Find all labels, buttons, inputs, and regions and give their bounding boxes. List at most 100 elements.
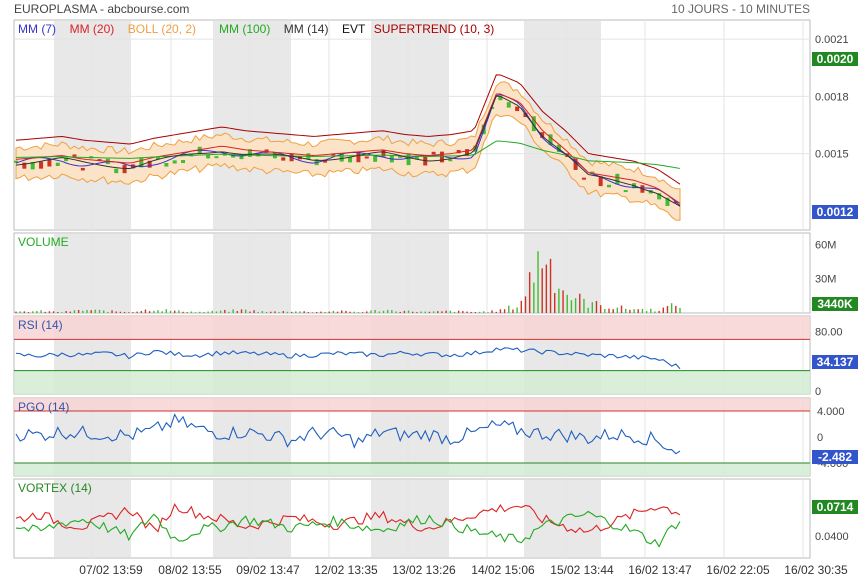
volume-bar [236,311,239,313]
volume-bar [52,311,55,313]
volume-bar [44,311,46,313]
volume-bar [27,312,30,313]
volume-bar [73,310,76,313]
volume-bar [395,311,397,313]
volume-bar [290,311,293,313]
panel-0 [13,19,811,231]
volume-bar [616,307,619,313]
day-band [213,234,291,312]
volume-bar [257,311,259,313]
volume-bar [608,308,610,313]
volume-bar [211,310,213,313]
volume-bar [349,311,351,313]
volume-bar [399,311,401,313]
candle [356,151,361,163]
volume-bar [186,312,188,313]
volume-bar [232,309,234,313]
day-band [371,480,449,557]
price-tick-label: 0.0021 [815,34,849,46]
volume-bar [370,310,372,313]
volume-bar [391,310,393,313]
legend-item-5: EVT [342,22,366,36]
volume-bar [357,312,360,313]
candle [448,159,453,162]
volume-bar [102,310,105,313]
volume-bar [595,300,598,313]
rsi-tick-label: 0 [815,386,821,398]
volume-bar [36,310,38,313]
rsi-overbought-zone [14,316,810,340]
volume-bar [487,312,489,313]
volume-bar [178,310,180,313]
volume-tick-label: 30M [815,274,836,286]
volume-bar [307,312,310,313]
candle [122,164,127,174]
volume-bar [424,311,426,313]
x-axis-date-label: 07/02 13:59 [79,563,143,577]
volume-bar [420,311,422,313]
volume-bar [203,312,205,313]
volume-bar [249,311,251,313]
volume-bar [341,310,343,313]
volume-bar [320,311,322,313]
volume-bar [82,310,84,313]
vortex-title: VORTEX (14) [18,481,92,495]
day-band [371,234,449,312]
volume-bar [666,306,669,313]
candle [439,151,444,163]
volume-bar [215,311,218,313]
volume-bar [637,309,639,313]
volume-bar [173,310,176,313]
volume-bar [107,312,109,313]
candle [72,154,77,157]
volume-bar [128,312,130,313]
legend-item-3: MM (100) [219,22,270,36]
volume-bar [261,311,264,313]
volume-bar [295,311,297,313]
volume-bar [524,296,527,313]
volume-bar [554,293,556,313]
candle [364,156,369,159]
pgo-upper-zone [14,398,810,411]
volume-bar [670,303,673,313]
x-axis-date-label: 15/02 13:44 [550,563,614,577]
candle [164,163,169,167]
volume-bar [77,309,80,313]
volume-bar [675,305,677,313]
volume-bar [641,308,644,313]
volume-bar [19,311,21,313]
volume-bar [157,310,159,313]
volume-bar [533,282,535,313]
volume-bar [94,309,97,313]
volume-bar [132,312,134,313]
volume-bar [587,307,589,313]
volume-bar [274,311,276,313]
rsi-oversold-zone [14,370,810,394]
x-axis-date-label: 13/02 13:26 [392,563,456,577]
volume-bar [182,311,184,313]
pgo-tick-label: 4.000 [817,406,845,418]
candle [181,160,186,164]
volume-bar [228,311,230,313]
volume-bar [366,311,368,313]
rsi-tick-label: 80.00 [815,327,843,339]
candle [615,173,620,185]
volume-bar [503,309,506,313]
x-axis-date-label: 16/02 22:05 [706,563,770,577]
vortex-tick-label: 0.0400 [815,531,849,543]
candle [581,177,586,180]
volume-bar [437,311,439,313]
volume-bar [566,294,568,313]
volume-bar [558,288,560,313]
legend-item-6: SUPERTREND (10, 3) [374,22,494,36]
vortex-value-label: 0.0714 [817,500,854,514]
candle [515,106,520,112]
volume-bar [516,307,518,313]
volume-tick-label: 60M [815,239,836,251]
volume-bar [65,311,67,313]
volume-bar [428,311,431,313]
volume-bar [353,311,355,313]
volume-bar [207,311,209,313]
day-band [213,21,291,229]
price-tick-label: 0.0015 [815,149,849,161]
